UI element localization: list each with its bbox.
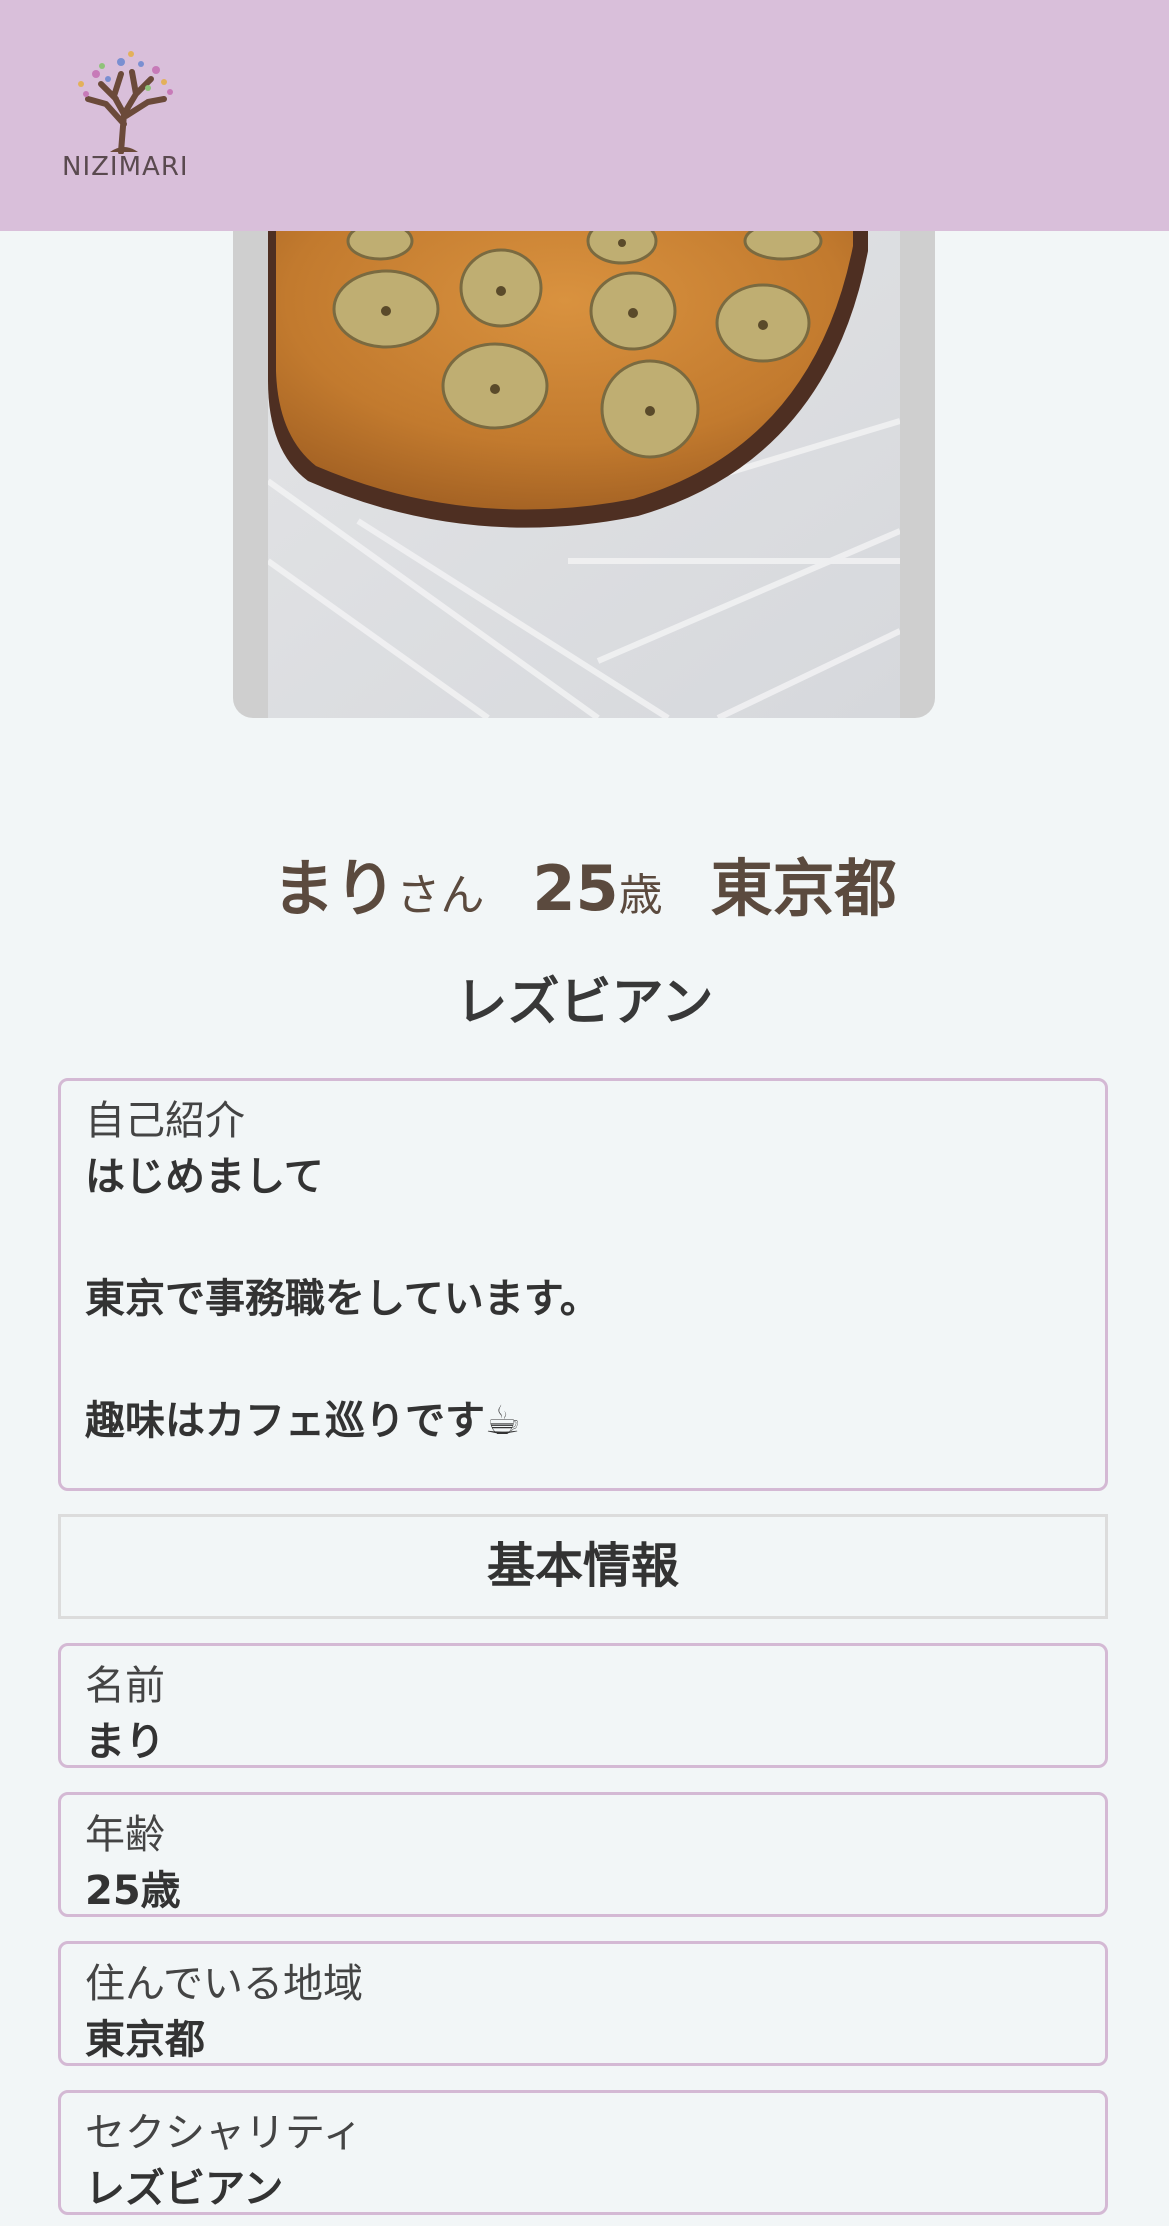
field-card-region: 住んでいる地域 東京都 <box>58 1941 1108 2066</box>
headline-location: 東京都 <box>710 852 897 925</box>
intro-card: 自己紹介 はじめまして 東京で事務職をしています。 趣味はカフェ巡りです☕ <box>58 1078 1108 1491</box>
field-value: まり <box>85 1719 165 1765</box>
intro-line: はじめまして <box>85 1154 324 1200</box>
tree-logo-icon <box>78 51 173 154</box>
intro-label: 自己紹介 <box>85 1098 245 1144</box>
profile-headline: まりさん 25歳 東京都 <box>0 838 1169 928</box>
logo-text: NIZIMARI <box>62 152 189 182</box>
field-value: レズビアン <box>85 2166 284 2212</box>
field-label: 住んでいる地域 <box>85 1961 363 2007</box>
field-card-age: 年齢 25歳 <box>58 1792 1108 1917</box>
site-logo[interactable]: NIZIMARI <box>58 44 198 184</box>
headline-sexuality: レズビアン <box>455 973 714 1033</box>
profile-photo[interactable] <box>233 231 935 718</box>
profile-page: NIZIMARI まりさん 25歳 東京都 レズビアン 自己紹介 はじめまして … <box>0 0 1169 2226</box>
banana-tart-photo <box>268 231 900 718</box>
field-label: 名前 <box>85 1663 165 1709</box>
field-label: 年齢 <box>85 1812 165 1858</box>
header-bar: NIZIMARI <box>0 0 1169 231</box>
intro-blank-line <box>85 1330 1081 1391</box>
headline-age: 25 <box>532 852 619 925</box>
basic-info-heading: 基本情報 <box>58 1514 1108 1619</box>
intro-text: はじめまして 東京で事務職をしています。 趣味はカフェ巡りです☕ <box>85 1147 1081 1452</box>
field-card-name: 名前 まり <box>58 1643 1108 1768</box>
field-label: セクシャリティ <box>85 2110 363 2156</box>
headline-name: まり <box>272 852 397 925</box>
intro-line: 東京で事務職をしています。 <box>85 1276 600 1322</box>
intro-line: 趣味はカフェ巡りです☕ <box>85 1398 521 1444</box>
headline-age-unit: 歳 <box>618 870 663 921</box>
field-card-sexuality: セクシャリティ レズビアン <box>58 2090 1108 2215</box>
field-value: 東京都 <box>85 2017 205 2063</box>
headline-honorific: さん <box>396 870 485 921</box>
intro-blank-line <box>85 1208 1081 1269</box>
field-value: 25歳 <box>85 1868 181 1914</box>
